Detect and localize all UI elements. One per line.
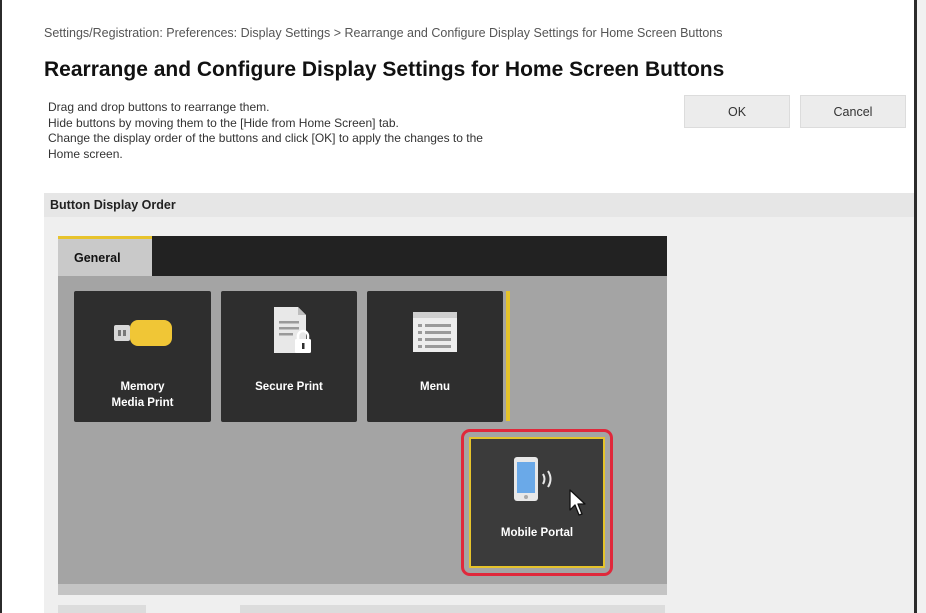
tile-label-line: Media Print — [111, 397, 174, 409]
tile-mobile-portal[interactable]: Mobile Portal — [469, 437, 605, 568]
instruction-line: Home screen. — [48, 146, 123, 161]
ok-button[interactable]: OK — [684, 95, 790, 128]
window-shadow — [917, 0, 926, 613]
instructions: Drag and drop buttons to rearrange them.… — [48, 100, 668, 162]
breadcrumb: Settings/Registration: Preferences: Disp… — [44, 26, 723, 40]
tile-label: Menu — [419, 381, 451, 393]
drop-indicator — [506, 291, 510, 421]
window-border-left — [0, 0, 2, 613]
tile-label-line: Memory — [120, 381, 165, 393]
tile-secure-print[interactable]: Secure Print — [221, 291, 357, 422]
instruction-line: Hide buttons by moving them to the [Hide… — [48, 115, 399, 130]
locked-document-icon — [274, 307, 311, 353]
page-title: Rearrange and Configure Display Settings… — [44, 58, 725, 81]
cancel-button[interactable]: Cancel — [800, 95, 906, 128]
smartphone-wireless-icon — [514, 457, 552, 501]
hand-cursor-icon — [569, 489, 586, 516]
tab-general[interactable]: General — [58, 236, 152, 276]
instruction-line: Drag and drop buttons to rearrange them. — [48, 100, 270, 114]
tile-label: Secure Print — [255, 381, 323, 393]
panel-footer — [58, 584, 667, 595]
tile-memory-media-print[interactable]: Memory Media Print — [74, 291, 211, 422]
tile-menu[interactable]: Menu — [367, 291, 503, 422]
bottom-control[interactable] — [240, 605, 665, 613]
section-header: Button Display Order — [44, 193, 914, 217]
instruction-line: Change the display order of the buttons … — [48, 131, 483, 145]
usb-drive-icon — [114, 320, 172, 346]
bottom-control[interactable] — [58, 605, 146, 613]
menu-list-icon — [413, 312, 457, 352]
tile-label: Mobile Portal — [500, 527, 574, 539]
